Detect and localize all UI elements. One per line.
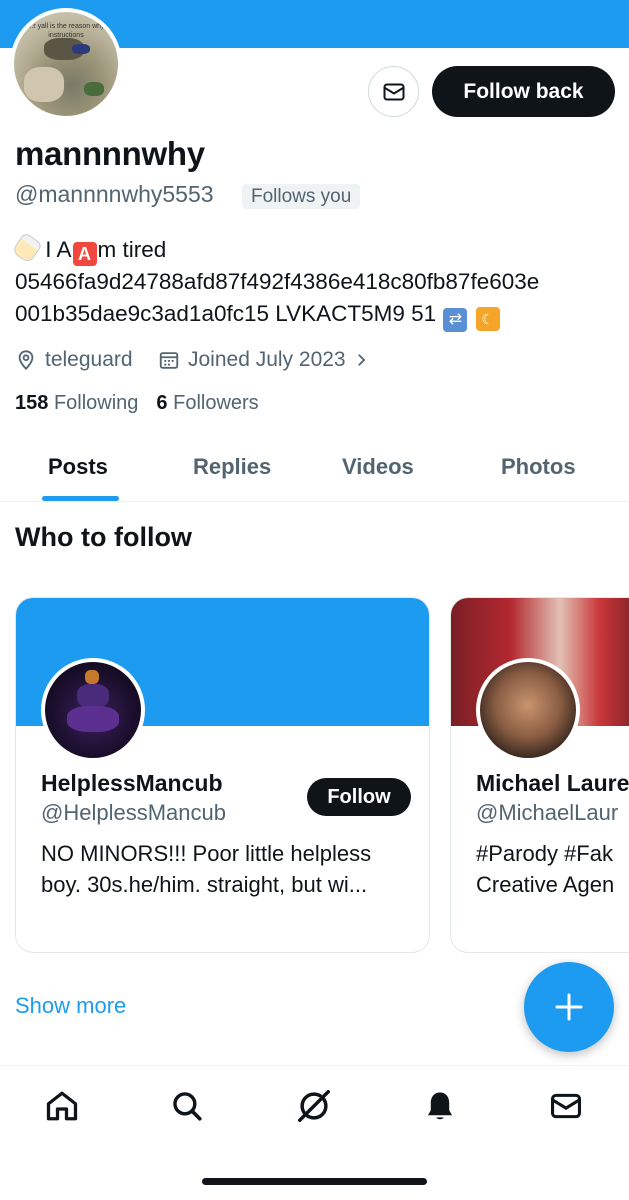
bed-emoji-icon: ☾ bbox=[475, 307, 500, 331]
bio-text-a: I A bbox=[45, 237, 72, 262]
profile-tabs: Posts Replies Videos Photos bbox=[0, 440, 629, 502]
location-text: teleguard bbox=[45, 348, 133, 371]
card-bio: #Parody #Fak Creative Agen bbox=[476, 838, 614, 900]
avatar-shape bbox=[77, 684, 109, 708]
tab-replies[interactable]: Replies bbox=[193, 454, 271, 480]
tab-videos[interactable]: Videos bbox=[342, 454, 414, 480]
nav-messages[interactable] bbox=[546, 1086, 586, 1126]
card-avatar[interactable] bbox=[476, 658, 580, 762]
home-icon bbox=[46, 1091, 78, 1121]
followers-link[interactable]: 6 Followers bbox=[156, 392, 258, 415]
following-count: 158 bbox=[15, 392, 49, 414]
card-bio-line: NO MINORS!!! Poor little helpless bbox=[41, 841, 372, 866]
profile-avatar[interactable]: ...r yall is the reason why instructions bbox=[10, 8, 122, 120]
compose-button[interactable] bbox=[524, 962, 614, 1052]
avatar-shape bbox=[85, 670, 99, 684]
nav-home[interactable] bbox=[42, 1086, 82, 1126]
joined-text: Joined July 2023 bbox=[188, 348, 346, 371]
card-name[interactable]: HelplessMancub bbox=[41, 770, 223, 797]
card-bio-line: boy. 30s.he/him. straight, but wi... bbox=[41, 872, 368, 897]
baby-bottle-emoji-icon bbox=[11, 231, 43, 265]
card-bio-line: #Parody #Fak bbox=[476, 841, 613, 866]
card-handle: @MichaelLaur bbox=[476, 800, 619, 825]
nav-notifications[interactable] bbox=[420, 1086, 460, 1126]
repeat-emoji-icon: ⇄ bbox=[443, 308, 468, 332]
message-button[interactable] bbox=[368, 66, 419, 117]
suggestion-card[interactable]: Michael Laure @MichaelLaur #Parody #Fak … bbox=[450, 597, 629, 953]
card-name[interactable]: Michael Laure bbox=[476, 770, 629, 797]
nav-search[interactable] bbox=[167, 1086, 207, 1126]
bio-line-1: I AAm tired bbox=[11, 231, 620, 266]
search-icon bbox=[173, 1092, 202, 1121]
calendar-icon bbox=[159, 352, 179, 369]
follows-you-badge: Follows you bbox=[242, 184, 361, 209]
tab-posts[interactable]: Posts bbox=[48, 454, 108, 480]
grok-icon bbox=[298, 1090, 330, 1122]
card-avatar-image bbox=[45, 662, 141, 758]
a-button-emoji-icon: A bbox=[72, 242, 97, 266]
bell-icon bbox=[427, 1092, 453, 1120]
plus-icon bbox=[555, 993, 583, 1021]
following-label: Following bbox=[53, 392, 139, 414]
active-tab-indicator bbox=[42, 496, 119, 501]
profile-joined[interactable]: Joined July 2023 bbox=[158, 345, 370, 375]
profile-location: teleguard bbox=[15, 345, 133, 375]
show-more-link[interactable]: Show more bbox=[15, 993, 126, 1019]
who-to-follow-title: Who to follow bbox=[15, 522, 192, 552]
tab-photos[interactable]: Photos bbox=[501, 454, 576, 480]
followers-count: 6 bbox=[156, 392, 168, 414]
avatar-figure-detail bbox=[72, 44, 90, 54]
bio-line-3-text: 001b35dae9c3ad1a0fc15 LVKACT5M9 51 bbox=[15, 301, 437, 326]
card-bio: NO MINORS!!! Poor little helpless boy. 3… bbox=[41, 838, 371, 900]
envelope-icon bbox=[383, 83, 404, 100]
follow-back-button[interactable]: Follow back bbox=[432, 66, 615, 117]
follow-button[interactable]: Follow bbox=[307, 778, 411, 816]
card-avatar-image bbox=[480, 662, 576, 758]
suggestion-card[interactable]: HelplessMancub @HelplessMancub Follow NO… bbox=[15, 597, 430, 953]
card-avatar[interactable] bbox=[41, 658, 145, 762]
follow-counts: 158 Following 6 Followers bbox=[15, 392, 259, 415]
card-bio-line: Creative Agen bbox=[476, 872, 615, 897]
avatar-caption: ...r yall is the reason why instructions bbox=[27, 23, 105, 39]
followers-label: Followers bbox=[173, 392, 259, 414]
home-indicator bbox=[202, 1178, 427, 1185]
avatar-shape bbox=[67, 706, 119, 732]
bio-text-b: m tired bbox=[97, 237, 167, 262]
profile-bio: I AAm tired 05466fa9d24788afd87f492f4386… bbox=[11, 231, 620, 332]
bio-line-3: 001b35dae9c3ad1a0fc15 LVKACT5M9 51 ⇄ ☾ bbox=[15, 298, 620, 332]
location-pin-icon bbox=[18, 350, 34, 371]
chevron-right-icon bbox=[357, 354, 365, 366]
following-link[interactable]: 158 Following bbox=[15, 392, 138, 415]
nav-grok[interactable] bbox=[294, 1086, 334, 1126]
display-name: mannnnwhy bbox=[15, 135, 205, 172]
card-handle: @HelplessMancub bbox=[41, 800, 226, 825]
avatar-sack bbox=[24, 67, 64, 102]
envelope-icon bbox=[550, 1093, 582, 1119]
avatar-ground bbox=[84, 82, 104, 96]
profile-handle: @mannnnwhy5553 bbox=[15, 181, 214, 207]
avatar-image: ...r yall is the reason why instructions bbox=[14, 12, 118, 116]
bio-line-2: 05466fa9d24788afd87f492f4386e418c80fb87f… bbox=[15, 269, 540, 294]
